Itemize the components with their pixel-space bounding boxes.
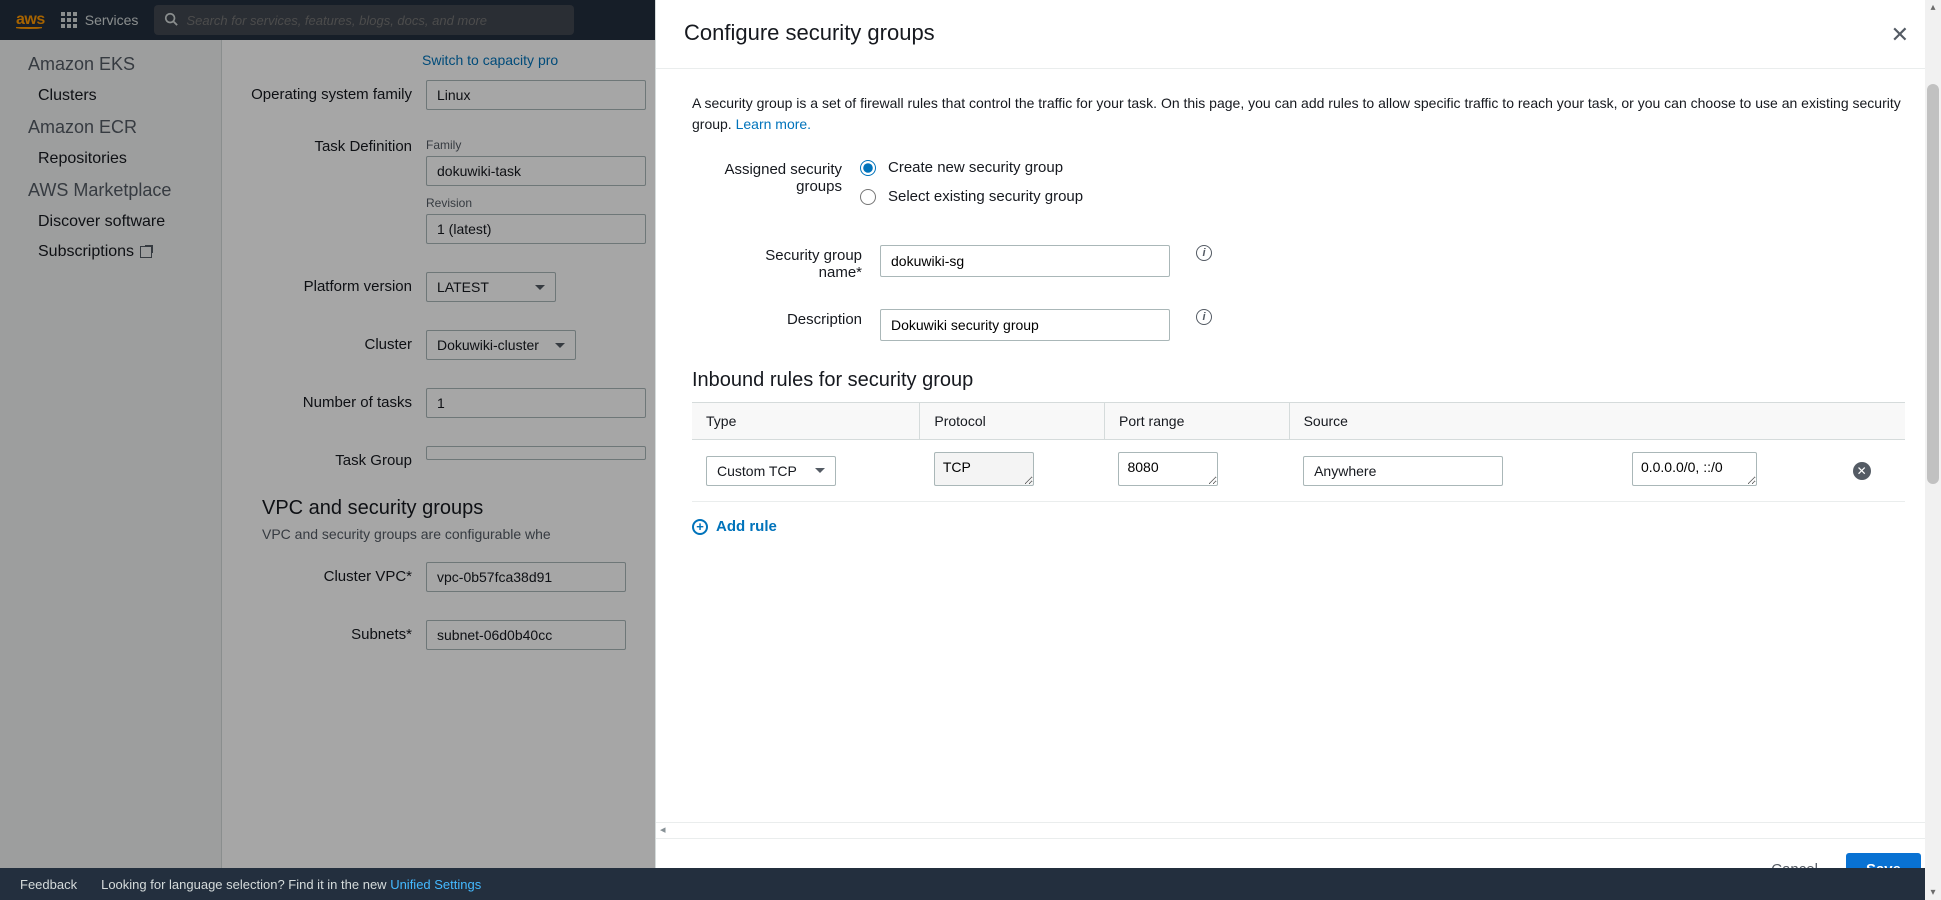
sg-description-label: Description xyxy=(742,309,862,328)
modal-body: A security group is a set of firewall ru… xyxy=(656,69,1941,822)
rule-protocol-field xyxy=(934,452,1034,486)
modal-intro: A security group is a set of firewall ru… xyxy=(692,93,1905,135)
info-icon[interactable]: i xyxy=(1196,309,1212,325)
rule-type-select[interactable]: Custom TCP xyxy=(706,456,836,486)
assigned-sg-label: Assigned security groups xyxy=(712,159,842,195)
th-protocol: Protocol xyxy=(920,403,1105,440)
sg-name-input[interactable] xyxy=(880,245,1170,277)
unified-settings-link[interactable]: Unified Settings xyxy=(390,877,485,892)
radio-create-sg-label: Create new security group xyxy=(888,159,1063,176)
table-row: Custom TCP Anywhere xyxy=(692,440,1905,502)
learn-more-link[interactable]: Learn more. xyxy=(736,116,811,132)
scrollbar-thumb[interactable] xyxy=(1927,84,1939,484)
sg-description-input[interactable] xyxy=(880,309,1170,341)
th-source: Source xyxy=(1289,403,1905,440)
page-scrollbar[interactable]: ▴ ▾ xyxy=(1925,0,1941,900)
inbound-rules-table: Type Protocol Port range Source Custom T… xyxy=(692,402,1905,502)
rule-source-select[interactable]: Anywhere xyxy=(1303,456,1503,486)
configure-security-groups-modal: Configure security groups ✕ A security g… xyxy=(655,0,1941,900)
modal-title: Configure security groups xyxy=(684,20,935,46)
scroll-up-icon: ▴ xyxy=(1930,2,1935,13)
plus-circle-icon: + xyxy=(692,519,708,535)
chevron-down-icon xyxy=(815,468,825,473)
radio-select-sg-label: Select existing security group xyxy=(888,188,1083,205)
close-icon[interactable]: ✕ xyxy=(1887,20,1913,50)
radio-select-sg[interactable] xyxy=(860,189,876,205)
remove-rule-icon[interactable]: ✕ xyxy=(1853,462,1871,480)
inbound-rules-heading: Inbound rules for security group xyxy=(692,369,1905,392)
radio-create-sg[interactable] xyxy=(860,160,876,176)
modal-horizontal-scrollbar[interactable]: ◂ ▸ xyxy=(656,822,1941,838)
rule-port-field[interactable] xyxy=(1118,452,1218,486)
language-prompt: Looking for language selection? Find it … xyxy=(101,877,485,892)
scroll-left-icon: ◂ xyxy=(660,823,666,838)
add-rule-button[interactable]: + Add rule xyxy=(692,518,1905,535)
th-port-range: Port range xyxy=(1104,403,1289,440)
rule-source-cidr-field[interactable] xyxy=(1632,452,1757,486)
feedback-link[interactable]: Feedback xyxy=(20,877,77,892)
table-header-row: Type Protocol Port range Source xyxy=(692,403,1905,440)
th-type: Type xyxy=(692,403,920,440)
info-icon[interactable]: i xyxy=(1196,245,1212,261)
feedback-bar: Feedback Looking for language selection?… xyxy=(0,868,1941,900)
modal-header: Configure security groups ✕ xyxy=(656,0,1941,69)
scroll-down-icon: ▾ xyxy=(1930,887,1935,898)
sg-name-label: Security group name* xyxy=(742,245,862,281)
